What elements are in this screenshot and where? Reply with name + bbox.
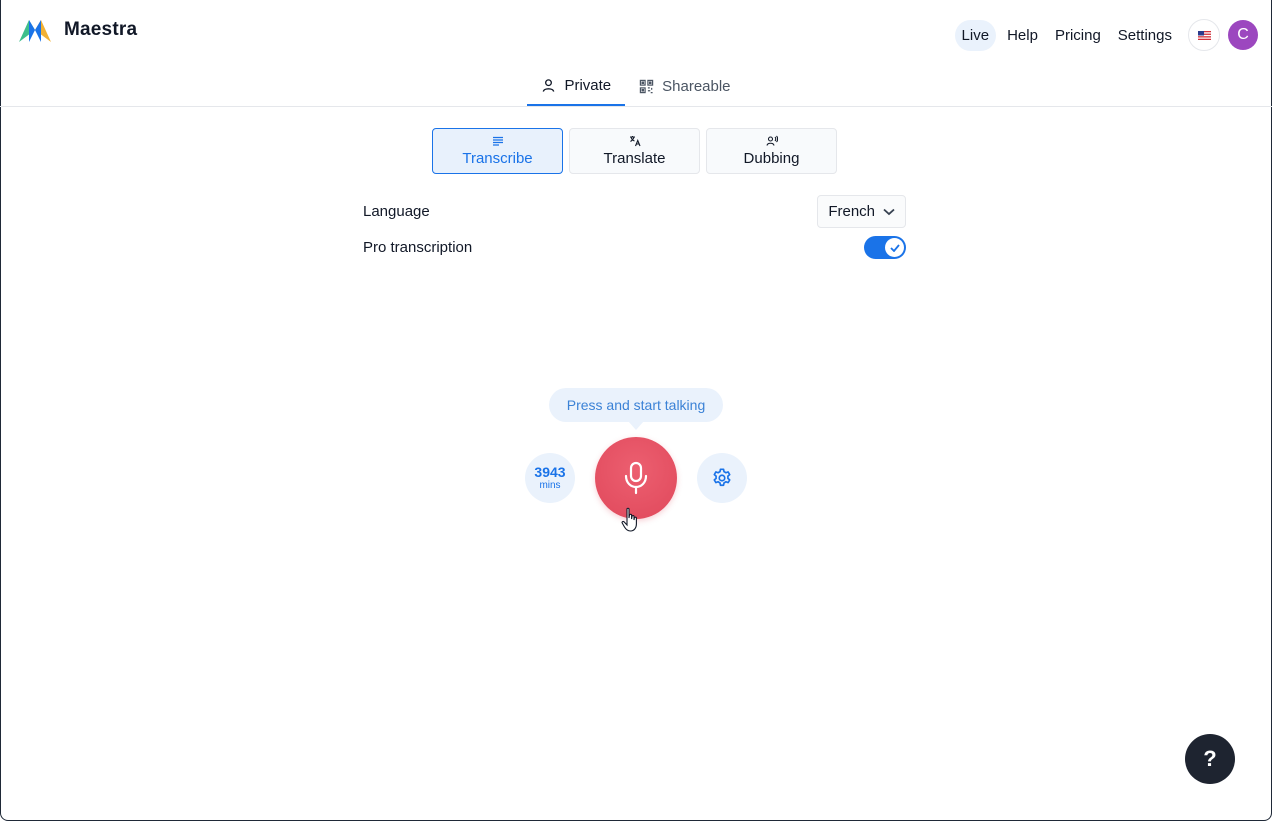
language-row: Language French [363, 195, 906, 228]
gear-icon [713, 468, 731, 487]
dubbing-label: Dubbing [743, 150, 800, 167]
nav-live[interactable]: Live [954, 19, 997, 51]
nav-pricing[interactable]: Pricing [1049, 20, 1107, 51]
tooltip-arrow [628, 421, 644, 430]
language-select[interactable]: French [817, 195, 906, 228]
translate-button[interactable]: Translate [569, 128, 700, 174]
brand-name: Maestra [64, 19, 138, 40]
language-value: French [828, 203, 875, 220]
record-tooltip: Press and start talking [549, 388, 723, 422]
maestra-logo-icon [19, 20, 51, 42]
view-tabs: Private Shareable [0, 66, 1272, 107]
mode-selector: Transcribe Translate Dubbing [432, 128, 837, 174]
check-icon [889, 243, 900, 252]
language-flag-button[interactable] [1188, 19, 1220, 51]
translate-icon [629, 136, 641, 147]
nav-settings[interactable]: Settings [1112, 20, 1178, 51]
pro-transcription-row: Pro transcription [363, 236, 906, 259]
nav-help[interactable]: Help [1001, 20, 1044, 51]
tab-shareable[interactable]: Shareable [625, 66, 744, 106]
pro-transcription-toggle[interactable] [864, 236, 906, 259]
avatar[interactable]: C [1228, 20, 1258, 50]
person-icon [543, 78, 555, 92]
transcribe-label: Transcribe [462, 150, 533, 167]
minutes-remaining-badge: 3943 mins [525, 453, 575, 503]
logo[interactable]: Maestra [17, 16, 137, 44]
us-flag-icon [1197, 30, 1211, 40]
qr-code-icon [639, 79, 654, 93]
minutes-value: 3943 [534, 464, 566, 480]
top-nav: Live Help Pricing Settings C [950, 19, 1258, 51]
chevron-down-icon [883, 208, 895, 215]
microphone-icon [624, 461, 648, 495]
hand-cursor-icon [621, 507, 637, 532]
help-fab-button[interactable]: ? [1185, 734, 1235, 784]
language-label: Language [363, 203, 430, 220]
tab-shareable-label: Shareable [662, 77, 731, 95]
tab-private-label: Private [564, 76, 612, 94]
translate-label: Translate [603, 150, 666, 167]
voice-icon [765, 135, 778, 146]
top-header: Maestra Live Help Pricing Settings C [0, 0, 1272, 66]
tab-private[interactable]: Private [527, 66, 626, 106]
transcribe-button[interactable]: Transcribe [432, 128, 563, 174]
dubbing-button[interactable]: Dubbing [706, 128, 837, 174]
recorder-settings-button[interactable] [697, 453, 747, 503]
toggle-knob [885, 238, 904, 257]
pro-transcription-label: Pro transcription [363, 239, 473, 256]
lines-icon [492, 136, 503, 146]
minutes-unit: mins [539, 480, 561, 491]
